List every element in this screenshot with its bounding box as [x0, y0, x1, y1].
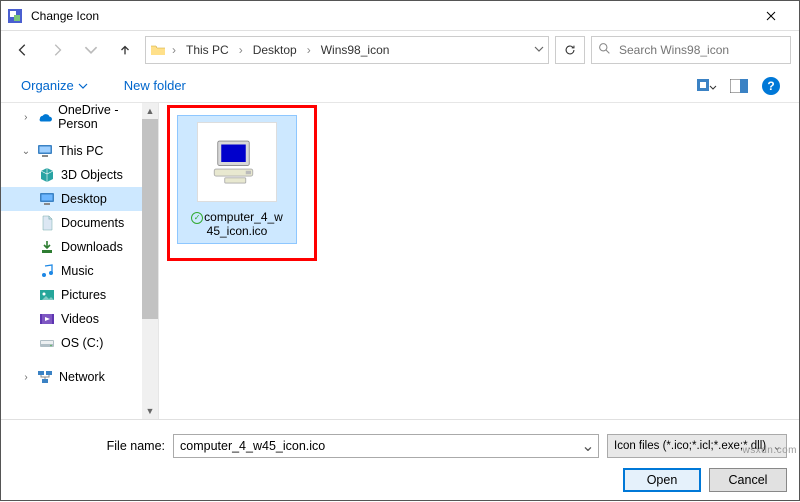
recent-dropdown-icon[interactable] — [77, 36, 105, 64]
scroll-thumb[interactable] — [142, 119, 158, 319]
refresh-button[interactable] — [555, 36, 585, 64]
watermark: wsxdn.com — [742, 445, 797, 456]
breadcrumb-seg-folder[interactable]: Wins98_icon — [317, 41, 394, 59]
tree-label: Desktop — [61, 192, 107, 206]
file-list[interactable]: ✓computer_4_w 45_icon.ico — [159, 103, 799, 419]
computer-icon — [209, 134, 265, 190]
documents-icon — [39, 215, 55, 231]
videos-icon — [39, 311, 55, 327]
footer: File name: ⌄ Icon files (*.ico;*.icl;*.e… — [1, 419, 799, 502]
back-button[interactable] — [9, 36, 37, 64]
sync-status-icon: ✓ — [191, 212, 203, 224]
open-button[interactable]: Open — [623, 468, 701, 492]
chevron-right-icon[interactable]: › — [21, 372, 31, 383]
breadcrumb-seg-desktop[interactable]: Desktop — [249, 41, 301, 59]
cancel-label: Cancel — [729, 473, 768, 487]
tree-label: OS (C:) — [61, 336, 103, 350]
breadcrumb-seg-pc[interactable]: This PC — [182, 41, 233, 59]
filename-combobox[interactable]: ⌄ — [173, 434, 599, 458]
file-name-line: computer_4_w — [204, 210, 283, 224]
app-icon — [7, 8, 23, 24]
tree-music[interactable]: Music — [1, 259, 158, 283]
chevron-down-icon — [78, 81, 88, 91]
folder-icon — [150, 42, 166, 58]
help-icon: ? — [762, 77, 780, 95]
organize-menu[interactable]: Organize — [15, 74, 94, 97]
tree-documents[interactable]: Documents — [1, 211, 158, 235]
nav-row: › This PC › Desktop › Wins98_icon — [1, 31, 799, 69]
tree-label: Downloads — [61, 240, 123, 254]
help-button[interactable]: ? — [757, 74, 785, 98]
file-name-line: 45_icon.ico — [207, 224, 268, 238]
tree-network[interactable]: › Network — [1, 365, 158, 389]
chevron-right-icon: › — [172, 43, 176, 57]
chevron-right-icon: › — [239, 43, 243, 57]
cancel-button[interactable]: Cancel — [709, 468, 787, 492]
tree-this-pc[interactable]: ⌄ This PC — [1, 139, 158, 163]
tree-label: Videos — [61, 312, 99, 326]
search-icon — [598, 42, 611, 58]
close-button[interactable] — [749, 2, 793, 30]
address-dropdown-icon[interactable] — [534, 43, 544, 57]
preview-pane-button[interactable] — [725, 74, 753, 98]
nav-pane: › OneDrive - Person ⌄ This PC 3D Objects — [1, 103, 159, 419]
forward-button[interactable] — [43, 36, 71, 64]
tree-desktop[interactable]: Desktop — [1, 187, 158, 211]
tree-3d-objects[interactable]: 3D Objects — [1, 163, 158, 187]
tree-label: Music — [61, 264, 94, 278]
tree-label: Documents — [61, 216, 124, 230]
network-icon — [37, 369, 53, 385]
open-label: Open — [647, 473, 678, 487]
onedrive-icon — [37, 109, 52, 125]
new-folder-label: New folder — [124, 78, 186, 93]
chevron-right-icon[interactable]: › — [21, 112, 31, 123]
chevron-down-icon[interactable]: ⌄ — [21, 146, 31, 157]
filename-label: File name: — [13, 439, 173, 453]
folder-tree: › OneDrive - Person ⌄ This PC 3D Objects — [1, 105, 158, 389]
search-input[interactable] — [617, 42, 784, 58]
tree-label: Pictures — [61, 288, 106, 302]
drive-icon — [39, 335, 55, 351]
title-bar: Change Icon — [1, 1, 799, 31]
filename-input[interactable] — [174, 439, 578, 453]
chevron-down-icon[interactable]: ⌄ — [578, 436, 598, 456]
tree-videos[interactable]: Videos — [1, 307, 158, 331]
computer-icon — [37, 143, 53, 159]
window-title: Change Icon — [31, 9, 749, 23]
music-icon — [39, 263, 55, 279]
up-button[interactable] — [111, 36, 139, 64]
toolbar: Organize New folder ? — [1, 69, 799, 103]
organize-label: Organize — [21, 78, 74, 93]
body: › OneDrive - Person ⌄ This PC 3D Objects — [1, 103, 799, 419]
objects3d-icon — [39, 167, 55, 183]
address-bar[interactable]: › This PC › Desktop › Wins98_icon — [145, 36, 549, 64]
downloads-icon — [39, 239, 55, 255]
scroll-up-button[interactable]: ▲ — [142, 103, 158, 119]
dialog-window: Change Icon › This PC › Desktop › Wins98 — [0, 0, 800, 501]
file-thumbnail — [197, 122, 277, 202]
tree-label: This PC — [59, 144, 103, 158]
tree-pictures[interactable]: Pictures — [1, 283, 158, 307]
file-item[interactable]: ✓computer_4_w 45_icon.ico — [177, 115, 297, 244]
search-box[interactable] — [591, 36, 791, 64]
tree-label: Network — [59, 370, 105, 384]
tree-os-drive[interactable]: OS (C:) — [1, 331, 158, 355]
new-folder-button[interactable]: New folder — [118, 74, 192, 97]
scroll-down-button[interactable]: ▼ — [142, 403, 158, 419]
tree-onedrive[interactable]: › OneDrive - Person — [1, 105, 158, 129]
view-mode-button[interactable] — [693, 74, 721, 98]
tree-downloads[interactable]: Downloads — [1, 235, 158, 259]
chevron-right-icon: › — [307, 43, 311, 57]
desktop-icon — [39, 191, 55, 207]
tree-label: 3D Objects — [61, 168, 123, 182]
pictures-icon — [39, 287, 55, 303]
